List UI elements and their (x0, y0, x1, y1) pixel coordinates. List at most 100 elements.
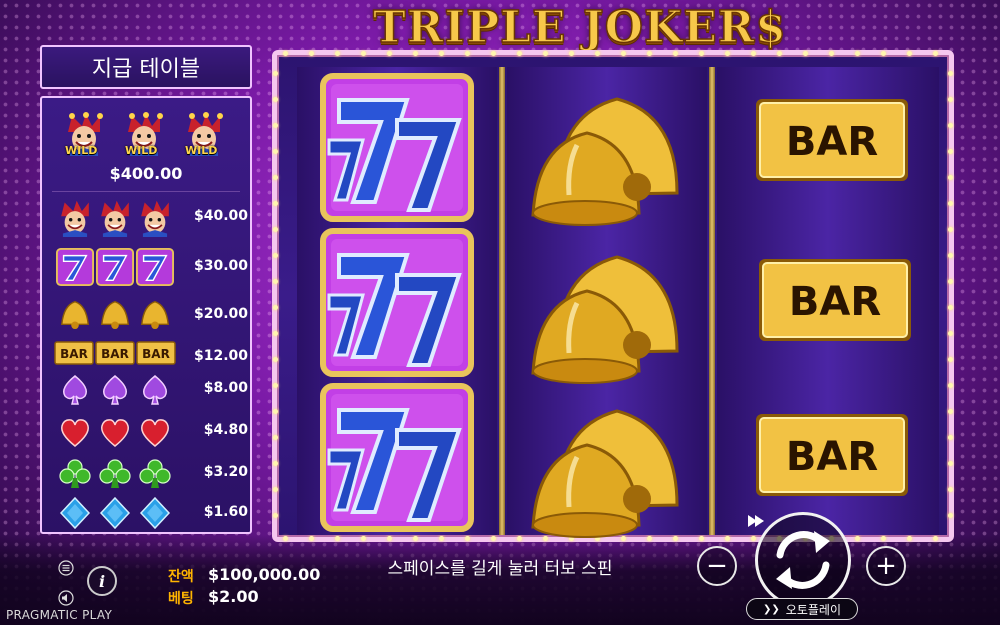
payout-value: $30.00 (193, 258, 248, 274)
autoplay-label: 오토플레이 (785, 602, 841, 617)
frame-bulb (273, 227, 278, 232)
payout-value: $12.00 (193, 348, 248, 364)
bar-icon: BAR (756, 99, 908, 181)
frame-bulb (881, 536, 886, 541)
frame-bulb (948, 435, 953, 440)
frame-bulb (491, 51, 496, 56)
bar-label: BAR (789, 279, 881, 325)
frame-bulb (309, 51, 314, 56)
frame-bulb (273, 383, 278, 388)
bell-icon (531, 255, 679, 384)
frame-bulb (855, 51, 860, 56)
paytable-row-joker: $40.00 (54, 198, 248, 238)
brand-logo: PRAGMATIC PLAY (6, 608, 113, 622)
frame-bulb (948, 175, 953, 180)
frame-bulb (948, 331, 953, 336)
turbo-spin-hint: 스페이스를 길게 눌러 터보 스핀 (387, 559, 613, 579)
diamond-icon (139, 496, 171, 530)
frame-bulb (413, 51, 418, 56)
frame-bulb (273, 513, 278, 518)
frame-bulb (647, 51, 652, 56)
frame-bulb (491, 536, 496, 541)
frame-bulb (273, 253, 278, 258)
spin-button[interactable] (755, 512, 851, 608)
frame-bulb (933, 51, 938, 56)
club-icon (139, 459, 171, 488)
frame-bulb (725, 536, 730, 541)
frame-bulb (855, 536, 860, 541)
frame-bulb (948, 253, 953, 258)
frame-bulb (387, 536, 392, 541)
frame-bulb (273, 71, 278, 76)
frame-bulb (273, 409, 278, 414)
bet-value: $2.00 (208, 587, 259, 606)
frame-bulb (273, 305, 278, 310)
bar-label: BAR (142, 347, 170, 361)
autoplay-icon: ❯❯ (763, 603, 780, 615)
payout-value: $4.80 (203, 422, 248, 438)
info-button[interactable]: i (87, 566, 117, 596)
frame-bulb (948, 97, 953, 102)
frame-bulb (595, 51, 600, 56)
seven-icon (96, 248, 134, 286)
wild-label: WILD (125, 144, 158, 157)
bar-icon: BAR (759, 259, 911, 341)
frame-bulb (465, 536, 470, 541)
frame-bulb (948, 383, 953, 388)
increase-bet-button[interactable]: + (866, 546, 906, 586)
seven-icon (320, 228, 474, 377)
bell-icon (100, 300, 130, 330)
wild-label: WILD (185, 144, 218, 157)
paytable-wild-row: WILD WILD WILD $400.00 (52, 106, 240, 192)
seven-icon (320, 383, 474, 532)
frame-bulb (273, 201, 278, 206)
frame-bulb (361, 536, 366, 541)
frame-bulb (948, 279, 953, 284)
payout-value: $40.00 (193, 208, 248, 224)
seven-icon (56, 248, 94, 286)
frame-bulb (673, 51, 678, 56)
frame-bulb (725, 51, 730, 56)
bet-label: 베팅 (168, 591, 194, 607)
paytable-row-bell: $20.00 (54, 296, 248, 336)
reel-divider (709, 67, 715, 535)
frame-bulb (948, 513, 953, 518)
frame-bulb (933, 536, 938, 541)
club-icon (99, 459, 131, 488)
frame-bulb (948, 357, 953, 362)
reel-divider (499, 67, 505, 535)
frame-bulb (335, 536, 340, 541)
spade-icon (63, 375, 87, 405)
bell-icon (531, 409, 679, 538)
decrease-bet-button[interactable]: − (697, 546, 737, 586)
bar-icon: BAR (136, 341, 176, 365)
frame-bulb (881, 51, 886, 56)
paytable-row-heart: $4.80 (54, 412, 248, 452)
sound-icon[interactable] (58, 590, 74, 606)
autoplay-button[interactable]: ❯❯ 오토플레이 (746, 598, 858, 620)
frame-bulb (465, 51, 470, 56)
frame-bulb (273, 149, 278, 154)
frame-bulb (751, 51, 756, 56)
frame-bulb (273, 97, 278, 102)
menu-icon[interactable] (58, 560, 74, 576)
wild-payout-value: $400.00 (109, 164, 183, 183)
frame-bulb (948, 227, 953, 232)
frame-bulb (273, 175, 278, 180)
frame-bulb (273, 461, 278, 466)
frame-bulb (948, 123, 953, 128)
frame-bulb (439, 51, 444, 56)
frame-bulb (948, 71, 953, 76)
wild-label: WILD (65, 144, 98, 157)
joker-icon (141, 200, 169, 237)
paytable-row-diamond: $1.60 (54, 494, 248, 534)
frame-bulb (517, 536, 522, 541)
frame-bulb (569, 51, 574, 56)
turbo-icon[interactable] (745, 510, 767, 532)
frame-bulb (273, 487, 278, 492)
spade-icon (103, 375, 127, 405)
seven-icon (136, 248, 174, 286)
frame-bulb (283, 536, 288, 541)
frame-bulb (948, 461, 953, 466)
paytable-panel: WILD WILD WILD $400.00 $40.00 $30.00 $20… (40, 96, 252, 534)
